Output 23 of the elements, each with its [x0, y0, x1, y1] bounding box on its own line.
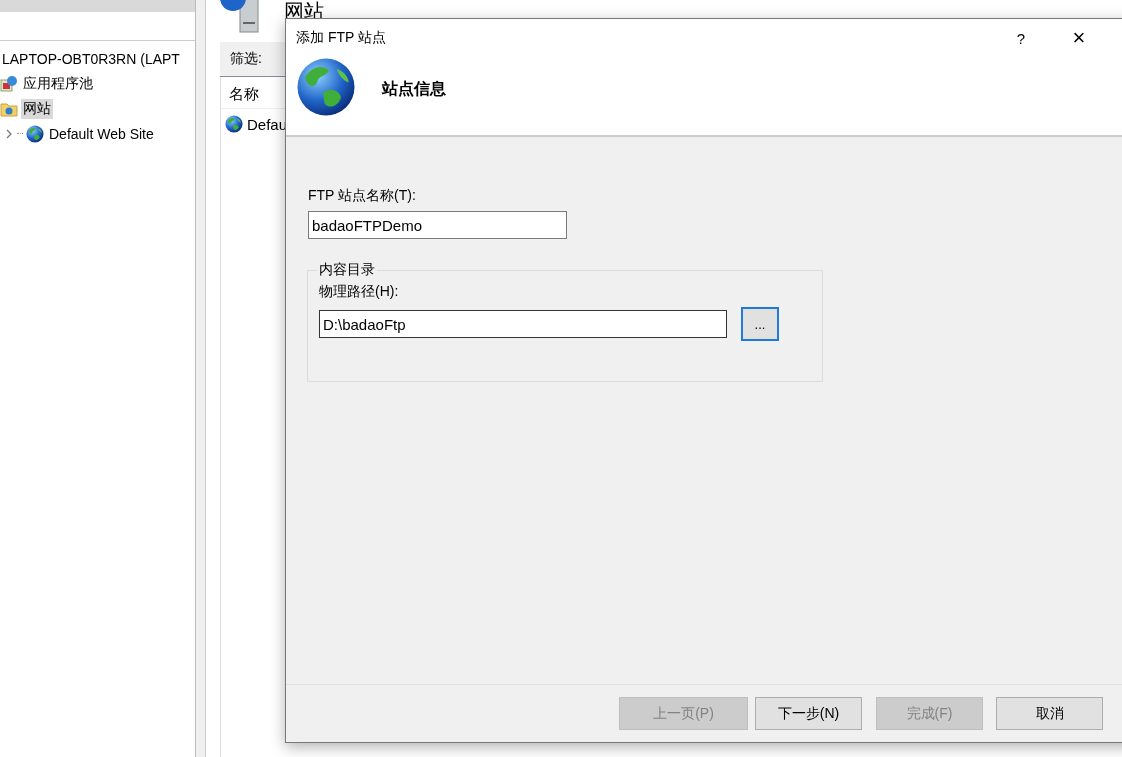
field-label: 物理路径(H):: [319, 283, 400, 301]
close-button[interactable]: ×: [1050, 19, 1108, 57]
help-button[interactable]: ?: [992, 19, 1050, 57]
browse-button[interactable]: ...: [741, 307, 779, 341]
tree-item[interactable]: 网站: [21, 98, 53, 119]
dialog-button[interactable]: 下一步(N): [755, 697, 862, 730]
pool-icon: [0, 74, 18, 93]
filter-label: 筛选:: [230, 50, 262, 68]
dialog-title: 添加 FTP 站点: [296, 29, 387, 47]
field-label: FTP 站点名称(T):: [308, 187, 417, 205]
globe-icon: [225, 115, 243, 133]
input-field[interactable]: D:\badaoFtp: [319, 310, 727, 338]
group-title: 内容目录: [318, 261, 376, 279]
tree-item[interactable]: 应用程序池: [21, 73, 95, 94]
tree-item[interactable]: LAPTOP-OBT0R3RN (LAPT: [0, 49, 182, 68]
dialog-button[interactable]: 取消: [996, 697, 1103, 730]
globe-icon: [26, 124, 44, 143]
folder-icon: [0, 100, 18, 117]
input-field[interactable]: badaoFTPDemo: [308, 211, 567, 239]
globe-icon: [296, 57, 356, 117]
expand-icon[interactable]: [4, 128, 14, 139]
page-heading: 站点信息: [382, 79, 446, 99]
tree-item[interactable]: Default Web Site: [47, 124, 156, 143]
